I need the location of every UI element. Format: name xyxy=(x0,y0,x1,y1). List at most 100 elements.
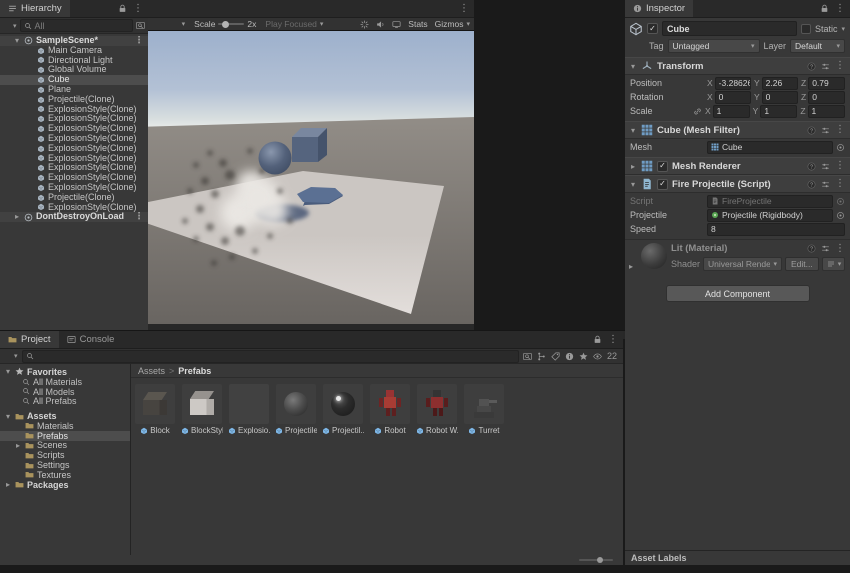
hierarchy-item[interactable]: Global Volume xyxy=(0,65,148,75)
panel-menu-icon[interactable]: ⋮ xyxy=(133,4,143,14)
rotation-y-field[interactable]: 0 xyxy=(762,91,798,104)
help-icon[interactable] xyxy=(807,244,816,253)
component-menu-icon[interactable]: ⋮ xyxy=(835,61,845,71)
component-enabled-checkbox[interactable]: ✓ xyxy=(657,179,668,190)
foldout-open-icon[interactable]: ▾ xyxy=(629,126,637,135)
scene-menu-icon[interactable]: ⋮ xyxy=(134,36,148,46)
help-icon[interactable] xyxy=(807,62,816,71)
foldout-closed-icon[interactable]: ▸ xyxy=(629,162,637,171)
folder-row[interactable]: ▸ Packages xyxy=(0,480,130,490)
scale-z-field[interactable]: 1 xyxy=(808,105,845,118)
asset-tile[interactable]: Projectile xyxy=(276,384,316,435)
search-save-icon[interactable] xyxy=(565,352,574,361)
foldout-arrow[interactable]: ▸ xyxy=(14,441,22,450)
hierarchy-search-input[interactable]: All xyxy=(20,19,133,32)
asset-tile[interactable]: Turret xyxy=(464,384,504,435)
component-menu-icon[interactable]: ⋮ xyxy=(835,161,845,171)
projectile-object-field[interactable]: Projectile (Rigidbody) xyxy=(707,209,833,222)
position-z-field[interactable]: 0.79 xyxy=(808,77,845,90)
search-by-label-icon[interactable] xyxy=(551,352,560,361)
help-icon[interactable] xyxy=(807,126,816,135)
shader-dropdown[interactable]: Universal Render Pipeline, ▾ xyxy=(703,257,782,271)
hierarchy-item[interactable]: Projectile(Clone) xyxy=(0,193,148,203)
presets-icon[interactable] xyxy=(821,62,830,71)
hierarchy-scene-row[interactable]: ▾ SampleScene* ⋮ xyxy=(0,36,148,46)
object-name-field[interactable]: Cube xyxy=(662,21,797,36)
hierarchy-item[interactable]: ExplosionStyle(Clone) xyxy=(0,203,148,213)
mute-audio-icon[interactable] xyxy=(376,20,385,29)
asset-tile[interactable]: Projectil... xyxy=(323,384,363,435)
lock-icon[interactable] xyxy=(820,4,829,13)
hierarchy-item[interactable]: ExplosionStyle(Clone) xyxy=(0,183,148,193)
favorite-search-icon[interactable] xyxy=(579,352,588,361)
foldout-open-icon[interactable]: ▾ xyxy=(629,180,637,189)
thumbnail-size-slider[interactable] xyxy=(579,559,613,561)
add-component-button[interactable]: Add Component xyxy=(666,285,810,302)
fire-projectile-header[interactable]: ▾ ✓ Fire Projectile (Script) ⋮ xyxy=(625,175,850,193)
rotation-x-field[interactable]: 0 xyxy=(715,91,751,104)
tab-hierarchy[interactable]: Hierarchy xyxy=(0,0,70,17)
active-checkbox[interactable]: ✓ xyxy=(647,23,658,34)
create-asset-button[interactable]: ▾ xyxy=(4,352,18,361)
folder-row[interactable]: ▾ Assets xyxy=(0,411,130,421)
hierarchy-item[interactable]: ExplosionStyle(Clone) xyxy=(0,114,148,124)
gameobject-cube-icon[interactable] xyxy=(629,22,643,36)
mesh-object-field[interactable]: Cube xyxy=(707,141,833,154)
tab-project[interactable]: Project xyxy=(0,331,59,348)
hierarchy-item[interactable]: ExplosionStyle(Clone) xyxy=(0,134,148,144)
foldout-arrow[interactable]: ▸ xyxy=(4,480,12,489)
component-menu-icon[interactable]: ⋮ xyxy=(835,179,845,189)
hierarchy-item[interactable]: ExplosionStyle(Clone) xyxy=(0,163,148,173)
tab-console[interactable]: Console xyxy=(59,331,123,348)
help-icon[interactable] xyxy=(807,162,816,171)
presets-icon[interactable] xyxy=(821,162,830,171)
panel-menu-icon[interactable]: ⋮ xyxy=(459,4,469,14)
search-by-reference-icon[interactable] xyxy=(537,352,546,361)
folder-row[interactable]: Scripts xyxy=(0,450,130,460)
hierarchy-item[interactable]: Directional Light xyxy=(0,56,148,66)
foldout-closed-icon[interactable]: ▸ xyxy=(13,212,21,222)
script-object-field[interactable]: FireProjectile xyxy=(707,195,833,208)
favorites-row[interactable]: ▾ Favorites xyxy=(0,367,130,377)
rotation-z-field[interactable]: 0 xyxy=(808,91,845,104)
foldout-closed-icon[interactable]: ▸ xyxy=(627,262,635,271)
scale-x-field[interactable]: 1 xyxy=(713,105,750,118)
hierarchy-item[interactable]: ExplosionStyle(Clone) xyxy=(0,144,148,154)
shader-edit-button[interactable]: Edit... xyxy=(785,257,819,271)
foldout-open-icon[interactable]: ▾ xyxy=(13,36,21,46)
object-picker-icon[interactable] xyxy=(836,143,845,152)
hierarchy-item[interactable]: Projectile(Clone) xyxy=(0,95,148,105)
layer-dropdown[interactable]: Default ▾ xyxy=(790,39,845,53)
frame-debug-icon[interactable] xyxy=(360,20,369,29)
material-menu-dropdown[interactable]: ▾ xyxy=(822,257,845,271)
presets-icon[interactable] xyxy=(821,126,830,135)
constrain-proportions-icon[interactable] xyxy=(693,107,702,116)
component-enabled-checkbox[interactable]: ✓ xyxy=(657,161,668,172)
scale-slider-knob[interactable] xyxy=(222,21,229,28)
component-menu-icon[interactable]: ⋮ xyxy=(835,244,845,254)
search-by-type-icon[interactable] xyxy=(523,352,532,361)
favorite-search-item[interactable]: All Prefabs xyxy=(0,396,130,406)
static-dropdown-icon[interactable]: ▾ xyxy=(841,25,845,33)
asset-tile[interactable]: BlockStyle xyxy=(182,384,222,435)
folder-row[interactable]: ▸ Scenes xyxy=(0,441,130,451)
mesh-filter-header[interactable]: ▾ Cube (Mesh Filter) ⋮ xyxy=(625,121,850,139)
position-x-field[interactable]: -3.28626 xyxy=(715,77,751,90)
project-search-input[interactable] xyxy=(22,350,519,363)
vsync-monitor-icon[interactable] xyxy=(392,20,401,29)
hierarchy-item[interactable]: Cube xyxy=(0,75,148,85)
component-menu-icon[interactable]: ⋮ xyxy=(835,125,845,135)
panel-menu-icon[interactable]: ⋮ xyxy=(835,4,845,14)
hierarchy-item[interactable]: ExplosionStyle(Clone) xyxy=(0,154,148,164)
folder-row[interactable]: Materials xyxy=(0,421,130,431)
folder-row[interactable]: Textures xyxy=(0,470,130,480)
asset-labels-bar[interactable]: Asset Labels xyxy=(625,550,850,565)
favorite-search-item[interactable]: All Materials xyxy=(0,377,130,387)
presets-icon[interactable] xyxy=(821,244,830,253)
play-focused-dropdown[interactable]: Play Focused ▾ xyxy=(265,19,323,29)
hierarchy-item[interactable]: ExplosionStyle(Clone) xyxy=(0,105,148,115)
position-y-field[interactable]: 2.26 xyxy=(762,77,798,90)
asset-tile[interactable]: Explosio... xyxy=(229,384,269,435)
transform-header[interactable]: ▾ Transform ⋮ xyxy=(625,57,850,75)
speed-field[interactable]: 8 xyxy=(707,223,845,236)
